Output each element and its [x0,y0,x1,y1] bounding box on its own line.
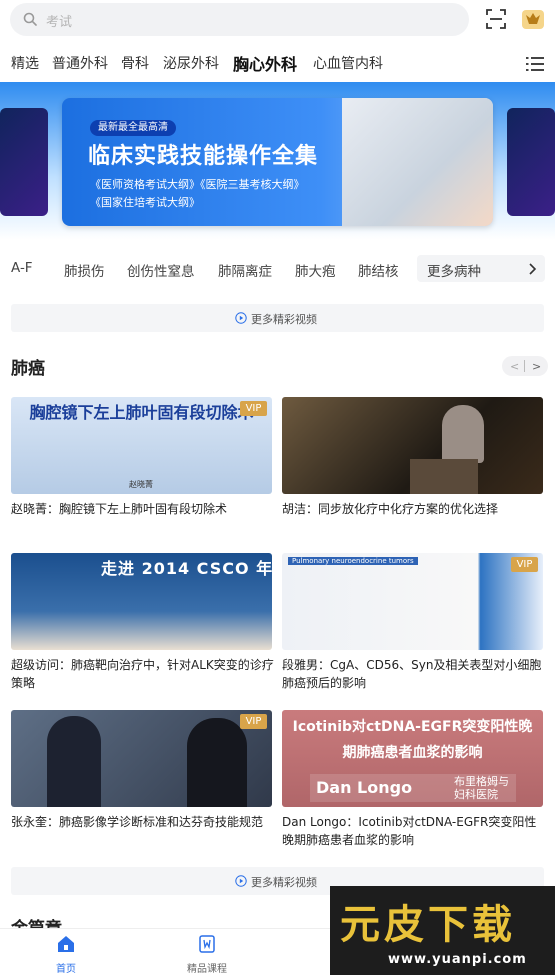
disease-traumatic-asphyxia[interactable]: 创伤性窒息 [127,260,195,280]
chevron-right-icon [529,263,537,275]
disease-pulmonary-sequestration[interactable]: 肺隔离症 [218,260,272,280]
tab-cardiology[interactable]: 心血管内科 [313,53,383,73]
nav-courses-label: 精品课程 [187,964,227,975]
section-title: 肺癌 [11,359,45,379]
nav-home[interactable]: 首页 [26,929,106,975]
thumbnail-text: 走进 2014 CSCO 年会 [101,559,272,578]
banner-prev-card[interactable] [0,108,48,216]
section-pager[interactable]: < > [502,356,548,376]
pager-divider [524,360,525,372]
thumbnail-subtext: 赵晓菁 [129,480,153,489]
video-card[interactable]: 胸腔镜下左上肺叶固有段切除术 赵晓菁 VIP 赵晓菁：胸腔镜下左上肺叶固有段切除… [11,397,272,516]
banner-tag: 最新最全最高清 [90,120,176,136]
disease-bullae[interactable]: 肺大疱 [295,260,336,280]
search-placeholder: 考试 [46,15,73,30]
pager-next-icon[interactable]: > [532,360,541,373]
search-icon [23,12,37,26]
video-caption[interactable]: 胡洁：同步放化疗中化疗方案的优化选择 [282,500,546,518]
video-caption[interactable]: Dan Longo：Icotinib对ctDNA-EGFR突变阳性晚期肺癌患者血… [282,813,546,849]
menu-icon[interactable] [526,57,544,71]
banner-next-card[interactable] [507,108,555,216]
next-section-title: 金篇章 [11,914,62,928]
thumbnail-org: 布里格姆与妇科医院 [454,775,509,801]
video-thumbnail[interactable]: 走进 2014 CSCO 年会 [11,553,272,650]
tab-general-surgery[interactable]: 普通外科 [52,53,108,73]
video-card[interactable]: VIP 张永奎：肺癌影像学诊断标准和达芬奇技能规范 [11,710,272,829]
video-thumbnail[interactable]: VIP [11,710,272,807]
thumbnail-text: Icotinib对ctDNA-EGFR突变阳性晚期肺癌患者血浆的影响 [292,719,533,761]
more-diseases-label: 更多病种 [427,264,481,280]
thumbnail-speaker: Dan Longo [316,778,413,797]
banner-subtitle-1: 《医师资格考试大纲》《医院三基考核大纲》 [90,178,305,191]
course-icon [199,935,215,953]
person-figure [47,716,101,807]
search-box[interactable]: 考试 [10,3,469,36]
site-watermark: 元皮下载 www.yuanpi.com [330,886,555,975]
thumbnail-text: Pulmonary neuroendocrine tumors [288,557,418,565]
disease-tuberculosis[interactable]: 肺结核 [358,260,399,280]
thumbnail-name-plate: Dan Longo 布里格姆与妇科医院 [310,774,516,802]
thumbnail-text: 胸腔镜下左上肺叶固有段切除术 [29,403,254,422]
watermark-url: www.yuanpi.com [388,952,527,967]
more-videos-label: 更多精彩视频 [251,313,317,326]
scan-icon[interactable] [485,8,507,30]
video-thumbnail[interactable]: 胸腔镜下左上肺叶固有段切除术 赵晓菁 VIP [11,397,272,494]
nav-home-label: 首页 [56,964,76,975]
speaker-figure [442,405,484,463]
disease-a-f[interactable]: A-F [11,260,33,276]
video-caption[interactable]: 赵晓菁：胸腔镜下左上肺叶固有段切除术 [11,500,275,518]
video-caption[interactable]: 段雅男：CgA、CD56、Syn及相关表型对小细胞肺癌预后的影响 [282,656,546,692]
video-thumbnail[interactable]: Icotinib对ctDNA-EGFR突变阳性晚期肺癌患者血浆的影响 Dan L… [282,710,543,807]
more-diseases-button[interactable]: 更多病种 [417,255,545,282]
tab-urology[interactable]: 泌尿外科 [163,53,219,73]
video-caption[interactable]: 张永奎：肺癌影像学诊断标准和达芬奇技能规范 [11,813,275,831]
play-circle-icon [235,875,247,887]
banner-title: 临床实践技能操作全集 [88,144,319,169]
banner-subtitle-2: 《国家住培考试大纲》 [90,196,200,209]
top-bar: 考试 [0,0,555,40]
lectern-figure [410,459,478,494]
disease-row: A-F 肺损伤 创伤性窒息 肺隔离症 肺大疱 肺结核 更多病种 [0,252,555,286]
home-icon [58,936,74,952]
video-card[interactable]: Pulmonary neuroendocrine tumors VIP 段雅男：… [282,553,543,690]
video-caption[interactable]: 超级访问：肺癌靶向治疗中，针对ALK突变的诊疗策略 [11,656,275,692]
nav-courses[interactable]: 精品课程 [167,929,247,975]
video-card[interactable]: 走进 2014 CSCO 年会 超级访问：肺癌靶向治疗中，针对ALK突变的诊疗策… [11,553,274,690]
tab-thoracic-surgery[interactable]: 胸心外科 [233,51,297,75]
video-thumbnail[interactable] [282,397,543,494]
video-thumbnail[interactable]: Pulmonary neuroendocrine tumors VIP [282,553,543,650]
more-videos-label: 更多精彩视频 [251,876,317,889]
banner-photo [342,98,493,226]
banner-card[interactable]: 最新最全最高清 临床实践技能操作全集 《医师资格考试大纲》《医院三基考核大纲》 … [62,98,493,226]
vip-badge: VIP [511,557,538,572]
play-circle-icon [235,312,247,324]
video-card[interactable]: 胡洁：同步放化疗中化疗方案的优化选择 [282,397,543,516]
tab-orthopedics[interactable]: 骨科 [121,53,149,73]
video-card[interactable]: Icotinib对ctDNA-EGFR突变阳性晚期肺癌患者血浆的影响 Dan L… [282,710,543,847]
vip-crown-icon[interactable] [521,7,545,31]
more-videos-bar[interactable]: 更多精彩视频 [11,304,544,332]
vip-badge: VIP [240,401,267,416]
pager-prev-icon[interactable]: < [510,360,519,373]
category-tabs: 精选 普通外科 骨科 泌尿外科 胸心外科 心血管内科 [0,45,555,81]
vip-badge: VIP [240,714,267,729]
disease-lung-injury[interactable]: 肺损伤 [64,260,105,280]
tab-jingxuan[interactable]: 精选 [11,53,39,73]
watermark-logo-text: 元皮下载 [340,902,516,948]
person-figure [187,718,247,807]
